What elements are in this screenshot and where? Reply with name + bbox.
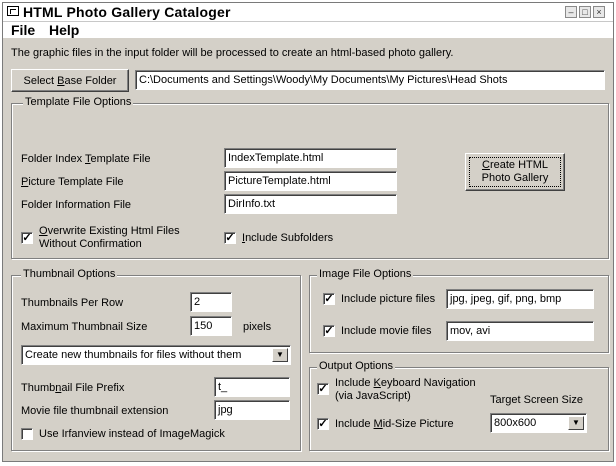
include-pictures-label: Include picture files [341,293,436,305]
maximize-button[interactable]: □ [579,6,591,18]
overwrite-label: Overwrite Existing Html Files Without Con… [39,225,180,250]
include-subfolders-checkbox[interactable]: ✓ [224,232,236,244]
include-movies-checkbox[interactable]: ✓ [323,325,335,337]
target-screen-size-select[interactable]: 800x600 ▼ [490,413,587,433]
overwrite-checkbox[interactable]: ✓ [21,232,33,244]
target-screen-size-label: Target Screen Size [490,394,583,406]
image-file-options-group [309,275,609,353]
thumbnail-mode-value: Create new thumbnails for files without … [25,349,242,361]
close-button[interactable]: × [593,6,605,18]
mid-size-picture-checkbox[interactable]: ✓ [317,418,329,430]
title-bar: HTML Photo Gallery Cataloger – □ × [3,3,613,22]
picture-template-field[interactable]: PictureTemplate.html [224,171,397,191]
thumbnails-per-row-label: Thumbnails Per Row [21,297,124,309]
output-options-title: Output Options [317,360,395,372]
thumbnail-options-title: Thumbnail Options [21,268,118,280]
target-screen-size-value: 800x600 [494,417,537,429]
window-title: HTML Photo Gallery Cataloger [23,4,231,20]
mid-size-picture-label: Include Mid-Size Picture [335,418,454,430]
max-thumbnail-size-unit: pixels [243,321,272,333]
app-icon [7,6,19,16]
include-pictures-checkbox[interactable]: ✓ [323,293,335,305]
base-folder-path-field[interactable]: C:\Documents and Settings\Woody\My Docum… [135,70,605,90]
menu-bar: File Help [3,22,613,38]
create-gallery-button[interactable]: Create HTML Photo Gallery [465,153,565,191]
include-movies-label: Include movie files [341,325,432,337]
picture-template-label: Picture Template File [21,176,124,188]
movie-thumbnail-extension-label: Movie file thumbnail extension [21,405,169,417]
picture-extensions-field[interactable]: jpg, jpeg, gif, png, bmp [446,289,594,309]
use-irfanview-label: Use Irfanview instead of ImageMagick [39,428,225,440]
keyboard-navigation-label: Include Keyboard Navigation (via JavaScri… [335,377,476,402]
image-file-options-title: Image File Options [317,268,414,280]
max-thumbnail-size-field[interactable]: 150 [190,316,232,336]
thumbnail-prefix-label: Thumbnail File Prefix [21,382,125,394]
template-options-title: Template File Options [23,96,134,108]
keyboard-navigation-checkbox[interactable]: ✓ [317,383,329,395]
thumbnail-prefix-field[interactable]: t_ [214,377,290,397]
movie-extensions-field[interactable]: mov, avi [446,321,594,341]
folder-info-field[interactable]: DirInfo.txt [224,194,397,214]
minimize-button[interactable]: – [565,6,577,18]
chevron-down-icon[interactable]: ▼ [272,348,288,362]
select-base-folder-button[interactable]: Select Base Folder [11,69,129,92]
menu-help[interactable]: Help [49,22,79,38]
description-text: The graphic files in the input folder wi… [11,47,454,59]
app-window: HTML Photo Gallery Cataloger – □ × File … [2,2,614,462]
thumbnails-per-row-field[interactable]: 2 [190,292,232,312]
menu-file[interactable]: File [11,22,35,38]
chevron-down-icon[interactable]: ▼ [568,416,584,430]
use-irfanview-checkbox[interactable] [21,428,33,440]
movie-thumbnail-extension-field[interactable]: jpg [214,400,290,420]
max-thumbnail-size-label: Maximum Thumbnail Size [21,321,148,333]
index-template-field[interactable]: IndexTemplate.html [224,148,397,168]
include-subfolders-label: Include Subfolders [242,232,334,244]
index-template-label: Folder Index Template File [21,153,151,165]
thumbnail-mode-select[interactable]: Create new thumbnails for files without … [21,345,291,365]
folder-info-label: Folder Information File [21,199,132,211]
